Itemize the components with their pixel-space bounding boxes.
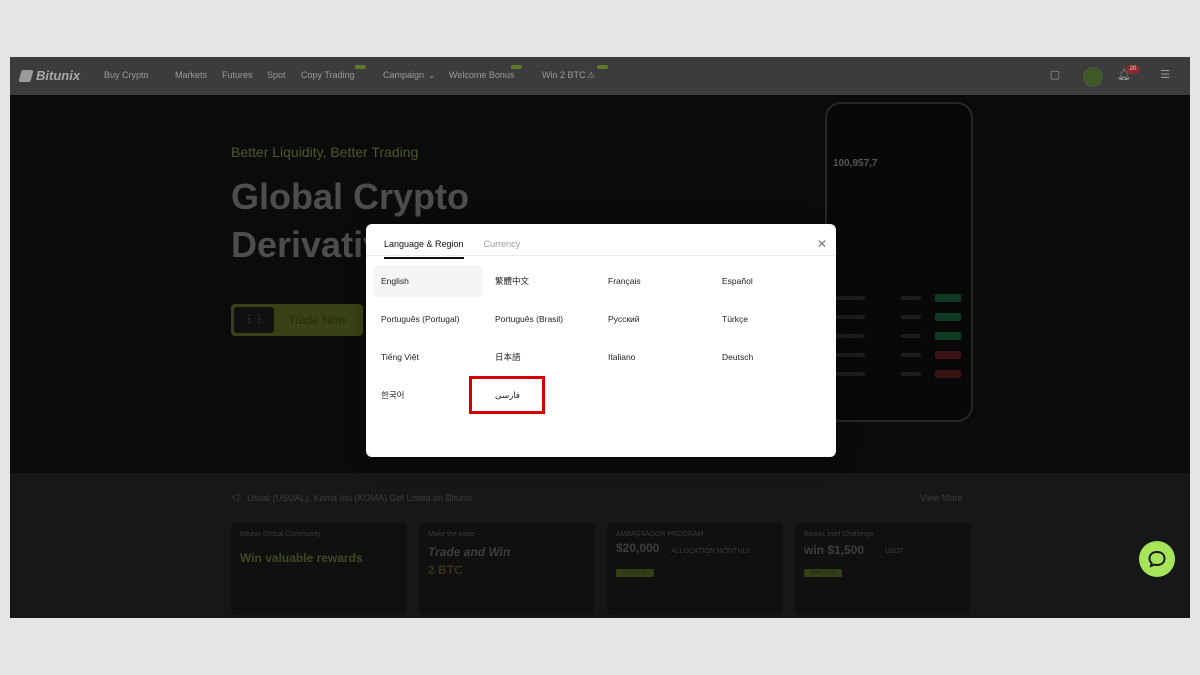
- banner-subline: USDT: [885, 548, 905, 555]
- banner-line1: AMBASSADOR PROGRAM: [616, 531, 704, 538]
- modal-tabs: Language & Region Currency: [384, 239, 520, 259]
- phone-market-row: [835, 313, 961, 323]
- banner-headline: $20,000: [616, 541, 660, 555]
- nav-markets[interactable]: Markets: [175, 70, 207, 80]
- logo-text: Bitunix: [36, 68, 81, 83]
- banner-line1: Bitunix Intel Challenge: [804, 531, 874, 538]
- chevron-down-icon: ⌄: [428, 70, 436, 80]
- banner-trade-and-win[interactable]: Make the trade Trade and Win 2 BTC: [419, 523, 595, 615]
- view-more-link[interactable]: View More: [920, 493, 962, 503]
- copy-trading-badge: [355, 65, 366, 69]
- chat-support-button[interactable]: [1139, 541, 1175, 577]
- language-option-portuguese-brasil[interactable]: Português (Brasil): [487, 303, 597, 335]
- language-region-modal: Language & Region Currency ✕ English 繁體中…: [366, 224, 836, 457]
- banner-subline: ALLOCATION MONTHLY: [671, 548, 751, 555]
- language-option-spanish[interactable]: Español: [714, 265, 824, 297]
- banner-join-now-button[interactable]: JOIN NOW: [804, 569, 842, 577]
- language-option-portuguese-portugal[interactable]: Português (Portugal): [373, 303, 483, 335]
- banner-challenge[interactable]: Bitunix Intel Challenge win $1,500 USDT …: [795, 523, 971, 615]
- warning-icon: ⚠: [587, 70, 596, 80]
- language-option-french[interactable]: Français: [600, 265, 710, 297]
- banner-subline: 2 BTC: [428, 563, 463, 577]
- banner-ambassador[interactable]: AMBASSADOR PROGRAM $20,000 ALLOCATION MO…: [607, 523, 783, 615]
- bitunix-logo[interactable]: Bitunix: [18, 68, 81, 83]
- bitunix-logo-mark-icon: [18, 69, 34, 82]
- tab-language-region[interactable]: Language & Region: [384, 239, 464, 259]
- language-option-vietnamese[interactable]: Tiếng Việt: [373, 341, 483, 373]
- nav-copy-trading[interactable]: Copy Trading: [301, 70, 355, 80]
- trade-now-label: Trade Now: [288, 313, 347, 327]
- phone-market-row: [835, 351, 961, 361]
- phone-market-row: [835, 332, 961, 342]
- banner-line1: Make the trade: [428, 531, 475, 538]
- close-icon[interactable]: ✕: [816, 238, 828, 250]
- top-navbar: Bitunix Buy Crypto Markets Futures Spot …: [10, 57, 1190, 95]
- nav-buy-crypto[interactable]: Buy Crypto: [104, 70, 149, 80]
- nav-spot[interactable]: Spot: [267, 70, 286, 80]
- hero-tagline: Better Liquidity, Better Trading: [231, 144, 419, 160]
- win-btc-badge: [597, 65, 608, 69]
- language-option-english[interactable]: English: [373, 265, 483, 297]
- phone-mockup: 100,957,7: [825, 102, 973, 422]
- download-icon[interactable]: ▢: [1049, 69, 1061, 81]
- persian-highlight-box: [469, 376, 545, 414]
- tab-divider: [366, 255, 836, 256]
- language-option-italian[interactable]: Italiano: [600, 341, 710, 373]
- language-option-german[interactable]: Deutsch: [714, 341, 824, 373]
- welcome-bonus-badge: [511, 65, 522, 69]
- language-option-korean[interactable]: 한국어: [373, 379, 483, 411]
- phone-balance: 100,957,7: [833, 158, 878, 169]
- news-ticker[interactable]: Usual (USUAL), Koma Inu (KOMA) Get Liste…: [247, 493, 473, 503]
- language-option-russian[interactable]: Русский: [600, 303, 710, 335]
- banner-join-now-button[interactable]: JOIN NOW: [616, 569, 654, 577]
- chat-bubble-icon: [1148, 550, 1166, 568]
- qr-code-icon: ⋮⋮: [234, 307, 274, 333]
- notification-count-badge: 20: [1126, 65, 1140, 74]
- banner-headline: Trade and Win: [428, 545, 511, 559]
- banner-line1: Bitunix Global Community: [240, 531, 321, 538]
- nav-welcome-bonus[interactable]: Welcome Bonus: [449, 70, 514, 80]
- news-and-banners: ◁ Usual (USUAL), Koma Inu (KOMA) Get Lis…: [10, 473, 1190, 618]
- nav-campaign[interactable]: Campaign: [383, 70, 424, 80]
- banner-headline: Win valuable rewards: [240, 551, 363, 565]
- nav-futures[interactable]: Futures: [222, 70, 253, 80]
- banner-headline: win $1,500: [804, 543, 865, 557]
- phone-market-row: [835, 370, 961, 380]
- nav-win-2-btc[interactable]: Win 2 BTC: [542, 70, 586, 80]
- trade-now-button[interactable]: ⋮⋮ Trade Now: [231, 304, 363, 336]
- phone-market-row: [835, 294, 961, 304]
- tab-currency[interactable]: Currency: [484, 239, 521, 259]
- speaker-icon: ◁: [231, 492, 239, 503]
- language-option-japanese[interactable]: 日本語: [487, 341, 597, 373]
- menu-icon[interactable]: ☰: [1159, 69, 1171, 81]
- language-option-turkish[interactable]: Türkçe: [714, 303, 824, 335]
- language-option-traditional-chinese[interactable]: 繁體中文: [487, 265, 597, 297]
- avatar[interactable]: [1083, 67, 1103, 87]
- banner-community[interactable]: Bitunix Global Community Win valuable re…: [231, 523, 407, 615]
